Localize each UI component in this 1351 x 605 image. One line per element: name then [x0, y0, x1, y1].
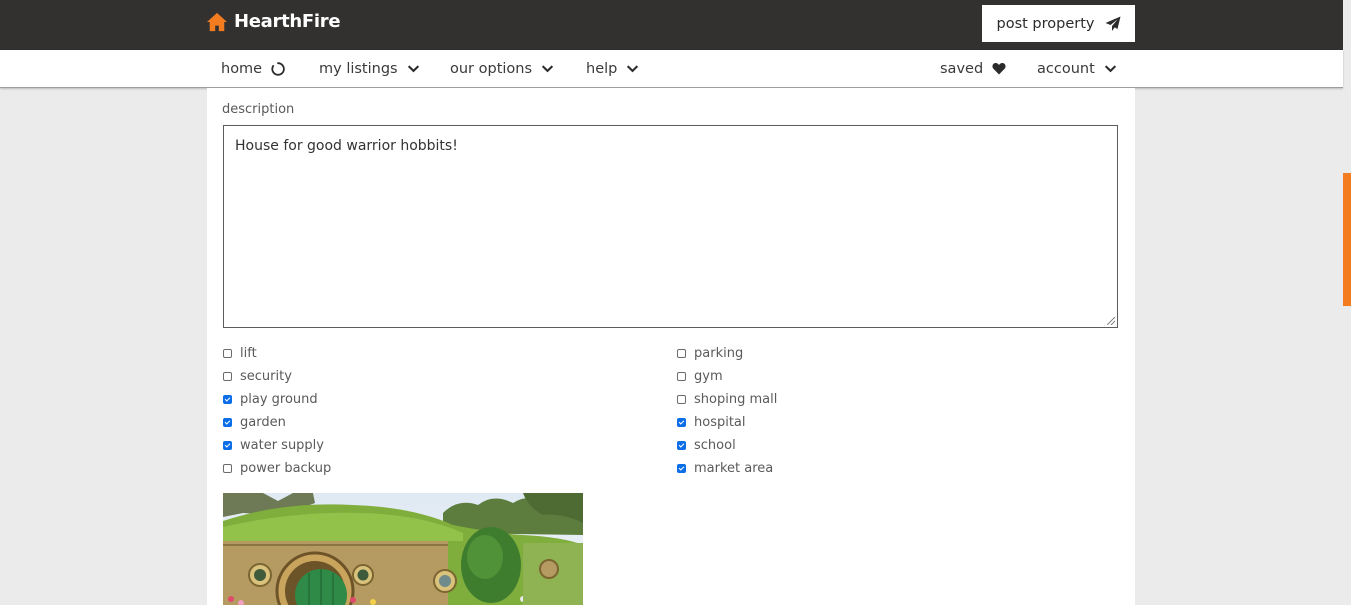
nav-help-label: help [586, 60, 618, 77]
checkbox[interactable] [677, 349, 686, 358]
amenity-label: garden [240, 415, 286, 430]
amenity-label: lift [240, 346, 257, 361]
description-textarea[interactable]: House for good warrior hobbits! [223, 125, 1118, 328]
post-property-button[interactable]: post property [982, 5, 1135, 42]
amenity-label: power backup [240, 461, 332, 476]
amenity-shoping-mall[interactable]: shoping mall [677, 392, 777, 407]
brand-name: HearthFire [234, 11, 341, 32]
checkbox[interactable] [677, 418, 686, 427]
nav-saved-label: saved [940, 60, 984, 77]
chevron-down-icon [407, 65, 419, 73]
top-header: HearthFire post property [0, 0, 1343, 50]
checkbox[interactable] [223, 349, 232, 358]
amenity-gym[interactable]: gym [677, 369, 723, 384]
post-property-label: post property [996, 15, 1095, 32]
amenity-label: market area [694, 461, 774, 476]
amenity-market-area[interactable]: market area [677, 461, 773, 476]
checkbox[interactable] [677, 441, 686, 450]
nav-account-label: account [1037, 60, 1095, 77]
amenity-parking[interactable]: parking [677, 346, 743, 361]
checkbox[interactable] [677, 464, 686, 473]
chevron-down-icon [1104, 65, 1116, 73]
nav-home-label: home [221, 60, 263, 77]
checkbox[interactable] [223, 395, 232, 404]
amenity-label: parking [694, 346, 744, 361]
hobbit-hole-image [223, 493, 583, 605]
nav-my-listings-label: my listings [319, 60, 398, 77]
amenity-power-backup[interactable]: power backup [223, 461, 331, 476]
amenity-security[interactable]: security [223, 369, 292, 384]
amenity-label: shoping mall [694, 392, 778, 407]
heart-icon [992, 62, 1006, 75]
scrollbar-thumb[interactable] [1343, 173, 1351, 306]
amenity-water-supply[interactable]: water supply [223, 438, 324, 453]
amenity-school[interactable]: school [677, 438, 736, 453]
amenity-lift[interactable]: lift [223, 346, 257, 361]
spinner-icon [271, 61, 285, 76]
amenity-label: gym [694, 369, 723, 384]
nav-help[interactable]: help [586, 50, 639, 87]
checkbox[interactable] [223, 441, 232, 450]
resize-handle[interactable] [1107, 317, 1115, 325]
description-label: description [222, 102, 295, 117]
amenity-play-ground[interactable]: play ground [223, 392, 318, 407]
amenity-label: water supply [240, 438, 324, 453]
checkbox[interactable] [223, 372, 232, 381]
amenity-label: security [240, 369, 292, 384]
checkbox[interactable] [677, 395, 686, 404]
description-text: House for good warrior hobbits! [235, 138, 458, 154]
checkbox[interactable] [223, 418, 232, 427]
nav-our-options-label: our options [450, 60, 533, 77]
main-nav: home my listings our options help saved … [0, 50, 1343, 88]
property-photo [223, 493, 583, 605]
house-icon [207, 12, 227, 31]
amenity-label: school [694, 438, 736, 453]
nav-account[interactable]: account [1037, 50, 1117, 87]
checkbox[interactable] [223, 464, 232, 473]
chevron-down-icon [627, 65, 639, 73]
brand-logo[interactable]: HearthFire [206, 11, 341, 32]
nav-home[interactable]: home [221, 50, 285, 87]
checkbox[interactable] [677, 372, 686, 381]
amenity-label: play ground [240, 392, 318, 407]
paper-plane-icon [1105, 16, 1120, 31]
amenity-hospital[interactable]: hospital [677, 415, 746, 430]
nav-our-options[interactable]: our options [450, 50, 554, 87]
amenity-garden[interactable]: garden [223, 415, 286, 430]
chevron-down-icon [541, 65, 554, 73]
amenity-label: hospital [694, 415, 746, 430]
nav-saved[interactable]: saved [940, 50, 1006, 87]
nav-my-listings[interactable]: my listings [319, 50, 420, 87]
